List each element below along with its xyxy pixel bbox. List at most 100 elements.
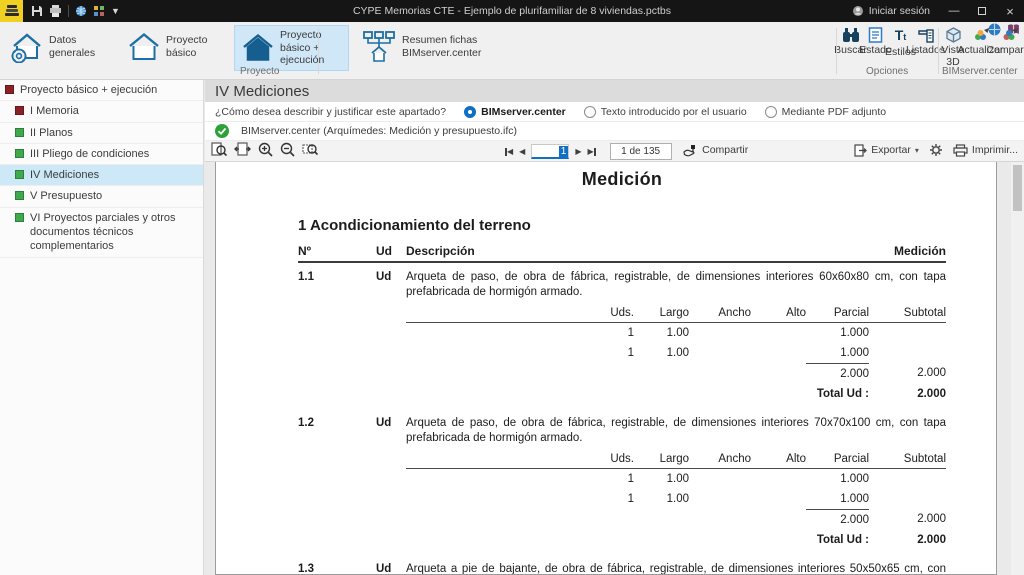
tree-item-mediciones[interactable]: IV Mediciones (0, 165, 203, 187)
save-icon[interactable] (31, 5, 43, 17)
pdf-toolbar: ◀ ◀ 1 ▶ ▶ 1 de 135 Compartir Exportar ▾ … (205, 141, 1024, 162)
last-page-button[interactable]: ▶ (587, 147, 596, 156)
zoom-in-icon[interactable] (258, 142, 273, 157)
status-square-icon (15, 191, 24, 201)
detail-line: 1 1.00 1.000 (627, 327, 869, 339)
radio-texto-usuario[interactable]: Texto introducido por el usuario (583, 105, 747, 118)
ribbon-button-listados[interactable]: Listados (906, 25, 945, 58)
modules-icon[interactable] (93, 5, 105, 17)
ribbon-group-opciones: Buscar Estado Tt Estilos Listados Opcion… (834, 25, 945, 77)
text-styles-icon: Tt (894, 27, 907, 43)
ribbon-button-datos-generales[interactable]: Datos generales (4, 25, 107, 69)
quick-access-dropdown-icon[interactable]: ▼ (111, 6, 120, 16)
tree-item-label: III Pliego de condiciones (30, 147, 150, 160)
sum-parcial: 2.000 (806, 509, 869, 530)
ribbon-group-bimserver: Vista 3D Actualizar Compartir BIMserver.… (940, 25, 1024, 77)
page-number-input[interactable]: 1 (531, 144, 570, 159)
minimize-button[interactable]: — (940, 0, 968, 22)
vertical-scrollbar[interactable] (1011, 162, 1024, 575)
col-header-med: Medición (893, 244, 946, 258)
detail-line: 1 1.00 1.000 (627, 347, 869, 359)
fit-width-icon[interactable] (234, 142, 251, 157)
share-button[interactable]: Compartir (683, 144, 748, 157)
check-circle-icon (215, 124, 229, 138)
tree-item-pliego[interactable]: III Pliego de condiciones (0, 144, 203, 166)
app-logo-icon[interactable] (0, 0, 23, 22)
print-button[interactable]: Imprimir... (953, 143, 1018, 157)
ribbon-button-label: Proyecto básico (166, 34, 208, 59)
maximize-button[interactable] (968, 0, 996, 22)
bim-status-row[interactable]: BIMserver.center (Arquímedes: Medición y… (205, 122, 1024, 141)
item-description: Arqueta a pie de bajante, de obra de fáb… (406, 563, 946, 575)
toolbar-separator (68, 5, 69, 17)
total-row: Total Ud : 2.000 (406, 530, 946, 550)
document-tree-sidebar: Proyecto básico + ejecución I Memoria II… (0, 80, 204, 575)
radio-selected-icon[interactable] (464, 105, 477, 118)
subcol-parcial: Parcial (833, 453, 869, 465)
scrollbar-thumb[interactable] (1013, 165, 1022, 211)
document-content: Medición 1 Acondicionamiento del terreno… (216, 162, 996, 575)
col-header-num: Nº (298, 244, 312, 258)
subcol-alto: Alto (786, 307, 806, 319)
detail-sum-row: 2.000 2.000 (406, 509, 946, 530)
zoom-window-icon[interactable] (302, 142, 318, 157)
tree-item-label: Proyecto básico + ejecución (20, 84, 158, 96)
page-count-indicator: 1 de 135 (609, 143, 672, 160)
total-value: 2.000 (917, 534, 946, 546)
subcol-ancho: Ancho (718, 307, 751, 319)
export-label: Exportar (871, 144, 911, 156)
house-outline-icon (129, 32, 159, 60)
subcol-largo: Largo (659, 307, 689, 319)
refresh-bim-icon (974, 28, 989, 40)
tree-item-presupuesto[interactable]: V Presupuesto (0, 186, 203, 208)
radio-icon[interactable] (583, 105, 596, 118)
books-icon (4, 5, 19, 16)
radio-bimserver[interactable]: BIMserver.center (464, 105, 566, 118)
section-title: IV Mediciones (215, 82, 310, 100)
tree-item-label: I Memoria (30, 105, 79, 118)
zoom-out-icon[interactable] (280, 142, 295, 157)
previous-page-button[interactable]: ◀ (519, 147, 525, 156)
tree-item-root[interactable]: Proyecto básico + ejecución (0, 80, 203, 102)
close-button[interactable]: × (996, 0, 1024, 22)
status-square-icon (15, 212, 24, 222)
print-label: Imprimir... (971, 144, 1018, 156)
sign-in-button[interactable]: Iniciar sesión (842, 0, 940, 22)
item-number: 1.1 (298, 271, 314, 283)
next-page-button[interactable]: ▶ (575, 147, 581, 156)
tree-item-planos[interactable]: II Planos (0, 123, 203, 144)
subcol-alto: Alto (786, 453, 806, 465)
print-icon[interactable] (49, 5, 62, 17)
status-square-icon (15, 170, 24, 180)
tree-item-label: IV Mediciones (30, 169, 100, 182)
settings-gear-icon[interactable] (929, 143, 943, 157)
zoom-page-icon[interactable] (211, 142, 227, 157)
ribbon-button-proyecto-basico[interactable]: Proyecto básico (121, 25, 224, 69)
measurement-item: 1.1 Ud Arqueta de paso, de obra de fábri… (298, 270, 946, 404)
ribbon-button-proyecto-basico-ejecucion[interactable]: Proyecto básico + ejecución (234, 25, 349, 71)
export-button[interactable]: Exportar ▾ (854, 143, 919, 157)
tree-item-proyectos-parciales[interactable]: VI Proyectos parciales y otros documento… (0, 208, 203, 258)
radio-label: BIMserver.center (481, 105, 566, 118)
export-icon (854, 143, 868, 157)
radio-icon[interactable] (764, 105, 777, 118)
ribbon-button-label: Resumen fichas BIMserver.center (402, 34, 482, 59)
account-globe-icon (852, 6, 863, 16)
house-filled-icon (243, 33, 273, 61)
item-description: Arqueta de paso, de obra de fábrica, reg… (406, 417, 946, 444)
radio-pdf-adjunto[interactable]: Mediante PDF adjunto (764, 105, 886, 118)
measurement-item: 1.3 Ud Arqueta a pie de bajante, de obra… (298, 562, 946, 575)
reports-icon (917, 29, 934, 43)
ribbon-button-compartir[interactable]: Compartir (986, 25, 1024, 58)
ribbon-separator (836, 28, 837, 74)
tree-item-memoria[interactable]: I Memoria (0, 101, 203, 123)
subcol-subtotal: Subtotal (903, 453, 946, 465)
total-label: Total Ud : (816, 534, 869, 546)
web-globe-icon[interactable] (75, 5, 87, 17)
ribbon-group-label: Proyecto (240, 66, 280, 77)
sign-in-label: Iniciar sesión (868, 5, 930, 17)
detail-line: 1 1.00 1.000 (627, 493, 869, 505)
first-page-button[interactable]: ◀ (505, 147, 513, 156)
ribbon-button-resumen-fichas[interactable]: Resumen fichas BIMserver.center (355, 25, 490, 69)
status-document-icon (868, 27, 883, 43)
